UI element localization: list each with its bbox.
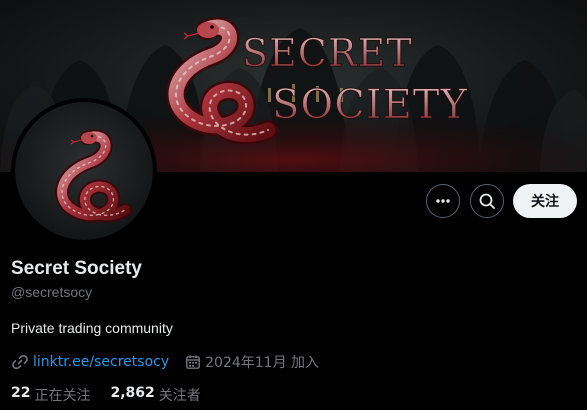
follow-stats: 22 正在关注 2,862 关注者 [11, 385, 201, 405]
joined-date: 2024年11月 加入 [185, 352, 319, 372]
profile-page: SECRET SOCIETY 关注 Secret Society @secret… [0, 0, 587, 410]
user-handle: @secretsocy [11, 284, 93, 300]
banner-logo-word-2: SOCIETY [272, 82, 468, 128]
display-name: Secret Society [11, 258, 142, 279]
avatar-snake-logo [55, 129, 132, 223]
followers-label: 关注者 [158, 388, 201, 404]
link-icon [12, 354, 28, 370]
following-stat[interactable]: 22 正在关注 [11, 385, 90, 405]
more-options-button[interactable] [426, 184, 460, 218]
followers-count: 2,862 [110, 385, 155, 401]
profile-bio: Private trading community [11, 320, 173, 336]
search-icon [479, 193, 495, 209]
following-label: 正在关注 [34, 388, 91, 404]
joined-date-text: 2024年11月 加入 [205, 355, 320, 371]
follow-button[interactable]: 关注 [513, 184, 577, 218]
calendar-icon [186, 355, 201, 369]
following-count: 22 [11, 385, 31, 401]
profile-link[interactable]: linktr.ee/secretsocy [33, 354, 169, 370]
followers-stat[interactable]: 2,862 关注者 [110, 385, 200, 405]
search-profile-button[interactable] [470, 184, 504, 218]
profile-avatar[interactable] [11, 98, 157, 244]
profile-meta: linktr.ee/secretsocy 2024年11月 加入 [11, 352, 319, 372]
banner-logo-word-1: SECRET [242, 31, 413, 75]
more-icon [436, 199, 450, 203]
